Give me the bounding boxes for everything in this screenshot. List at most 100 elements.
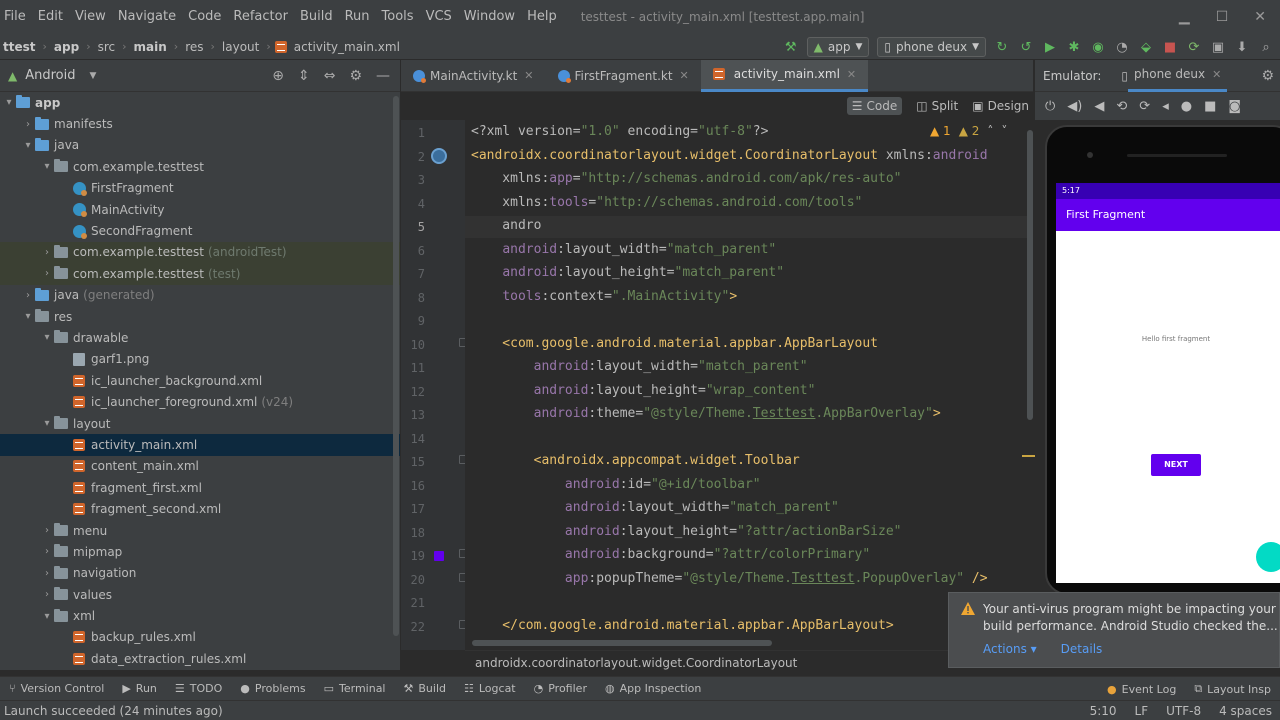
tree-item[interactable]: ic_launcher_foreground.xml (v24) — [0, 391, 400, 412]
menu-code[interactable]: Code — [182, 0, 227, 34]
phone-screen[interactable] — [1056, 183, 1280, 583]
tree-item[interactable]: ▾ res — [0, 306, 400, 327]
chevron-down-icon[interactable]: ▾ — [40, 161, 54, 172]
tool-window-profiler[interactable]: ◔ Profiler — [525, 682, 596, 695]
emulator-device-tab[interactable]: phone deux ✕ — [1128, 60, 1228, 92]
tree-item[interactable]: › values — [0, 584, 400, 605]
home-icon[interactable]: ● — [1181, 99, 1192, 114]
search-icon[interactable]: ⌕ — [1258, 39, 1274, 55]
menu-tools[interactable]: Tools — [376, 0, 420, 34]
debug-icon[interactable]: ✱ — [1066, 39, 1082, 55]
editor-tab[interactable]: FirstFragment.kt ✕ — [546, 60, 701, 92]
tree-item[interactable]: › java (generated) — [0, 285, 400, 306]
tree-item[interactable]: MainActivity — [0, 199, 400, 220]
chevron-down-icon[interactable]: ▼ — [90, 71, 97, 81]
tool-window-build[interactable]: ⚒ Build — [395, 682, 456, 695]
code-editor[interactable]: <?xml version="1.0" encoding="utf-8"?> <a… — [465, 120, 1033, 650]
tree-item[interactable]: ic_launcher_background.xml — [0, 370, 400, 391]
menu-navigate[interactable]: Navigate — [112, 0, 182, 34]
tree-item[interactable]: ▾ drawable — [0, 327, 400, 348]
chevron-down-icon[interactable]: ▾ — [2, 97, 16, 108]
stop-icon[interactable]: ■ — [1162, 39, 1178, 55]
menu-run[interactable]: Run — [339, 0, 376, 34]
chevron-right-icon[interactable]: › — [40, 247, 54, 258]
coverage-icon[interactable]: ◉ — [1090, 39, 1106, 55]
tool-window-logcat[interactable]: ☷ Logcat — [455, 682, 525, 695]
chevron-right-icon[interactable]: › — [21, 119, 35, 130]
menu-build[interactable]: Build — [294, 0, 339, 34]
indent-setting[interactable]: 4 spaces — [1219, 704, 1272, 718]
device-select[interactable]: ▯ phone deux ▼ — [877, 37, 986, 57]
chevron-down-icon[interactable]: ▾ — [40, 611, 54, 622]
editor-tab[interactable]: activity_main.xml ✕ — [700, 59, 869, 92]
tool-window-layout-insp[interactable]: ⧉ Layout Insp — [1185, 682, 1280, 696]
editor-scrollbar[interactable] — [1027, 130, 1033, 420]
tree-item[interactable]: backup_rules.xml — [0, 627, 400, 648]
chevron-right-icon[interactable]: › — [40, 546, 54, 557]
chevron-right-icon[interactable]: › — [40, 589, 54, 600]
chevron-right-icon[interactable]: › — [40, 268, 54, 279]
hammer-icon[interactable]: ⚒ — [783, 39, 799, 55]
close-icon[interactable]: ✕ — [847, 68, 856, 81]
chevron-down-icon[interactable]: ▾ — [21, 140, 35, 151]
menu-edit[interactable]: Edit — [32, 0, 69, 34]
code-mode-button[interactable]: ☰ Code — [846, 97, 903, 115]
inspection-counts[interactable]: ▲ 1 ▲ 2 ˄ ˅ — [930, 124, 1007, 138]
tree-item[interactable]: fragment_second.xml — [0, 498, 400, 519]
editor-tab[interactable]: MainActivity.kt ✕ — [401, 60, 546, 92]
tree-item[interactable]: data_extraction_rules.xml — [0, 648, 400, 669]
tree-item[interactable]: › manifests — [0, 113, 400, 134]
tree-item[interactable]: ▾ app — [0, 92, 400, 113]
tree-item[interactable]: › com.example.testtest (androidTest) — [0, 241, 400, 264]
chevron-down-icon[interactable]: ▾ — [40, 418, 54, 429]
tree-item[interactable]: FirstFragment — [0, 178, 400, 199]
tree-item[interactable]: ▾ xml — [0, 605, 400, 626]
profile-icon[interactable]: ◔ — [1114, 39, 1130, 55]
menu-file[interactable]: File — [0, 0, 32, 34]
menu-view[interactable]: View — [69, 0, 112, 34]
tree-item[interactable]: ▾ layout — [0, 413, 400, 434]
tool-window-run[interactable]: ▶ Run — [113, 682, 166, 695]
activity-gutter-icon[interactable] — [431, 148, 447, 164]
device-manager-icon[interactable]: ▣ — [1210, 39, 1226, 55]
menu-refactor[interactable]: Refactor — [227, 0, 294, 34]
line-separator[interactable]: LF — [1135, 704, 1149, 718]
chevron-down-icon[interactable]: ▾ — [21, 311, 35, 322]
rotate-right-icon[interactable]: ⟳ — [1139, 99, 1150, 114]
menu-help[interactable]: Help — [521, 0, 563, 34]
breadcrumb-item[interactable]: ttest — [0, 40, 39, 54]
maximize-icon[interactable]: ☐ — [1216, 9, 1229, 25]
design-mode-button[interactable]: ▣ Design — [972, 99, 1029, 113]
sync-icon[interactable]: ⟳ — [1186, 39, 1202, 55]
tree-item[interactable]: ▾ java — [0, 135, 400, 156]
notification-actions-link[interactable]: Actions ▾ — [983, 642, 1037, 656]
breadcrumb-item[interactable]: main — [131, 40, 170, 54]
close-icon[interactable]: ✕ — [1212, 68, 1221, 81]
back-icon[interactable]: ◂ — [1162, 99, 1169, 114]
status-message[interactable]: Launch succeeded (24 minutes ago) — [4, 704, 223, 718]
tree-item[interactable]: › mipmap — [0, 541, 400, 562]
volume-down-icon[interactable]: ◀ — [1094, 99, 1104, 114]
breadcrumb-file[interactable]: activity_main.xml — [291, 40, 403, 54]
apply-changes-icon[interactable]: ↺ — [1018, 39, 1034, 55]
chevron-down-icon[interactable]: ▾ — [40, 332, 54, 343]
close-icon[interactable]: ✕ — [680, 69, 689, 82]
project-view-select[interactable]: Android — [25, 68, 75, 83]
tree-item[interactable]: ▾ com.example.testtest — [0, 156, 400, 177]
hide-icon[interactable]: — — [376, 68, 390, 84]
floating-action-button[interactable] — [1256, 542, 1280, 572]
tree-item[interactable]: › navigation — [0, 563, 400, 584]
volume-up-icon[interactable]: ◀) — [1067, 99, 1082, 114]
menu-window[interactable]: Window — [458, 0, 521, 34]
tree-item[interactable]: activity_main.xml — [0, 434, 400, 456]
chevron-right-icon[interactable]: › — [40, 568, 54, 579]
close-icon[interactable]: ✕ — [524, 69, 533, 82]
close-icon[interactable]: ✕ — [1254, 9, 1266, 25]
tree-item[interactable]: content_main.xml — [0, 456, 400, 477]
tree-item[interactable]: › menu — [0, 520, 400, 541]
locate-icon[interactable]: ⊕ — [272, 68, 284, 84]
notification-details-link[interactable]: Details — [1061, 642, 1103, 656]
breadcrumb-item[interactable]: res — [182, 40, 206, 54]
sdk-manager-icon[interactable]: ⬇ — [1234, 39, 1250, 55]
gear-icon[interactable]: ⚙ — [349, 68, 362, 84]
